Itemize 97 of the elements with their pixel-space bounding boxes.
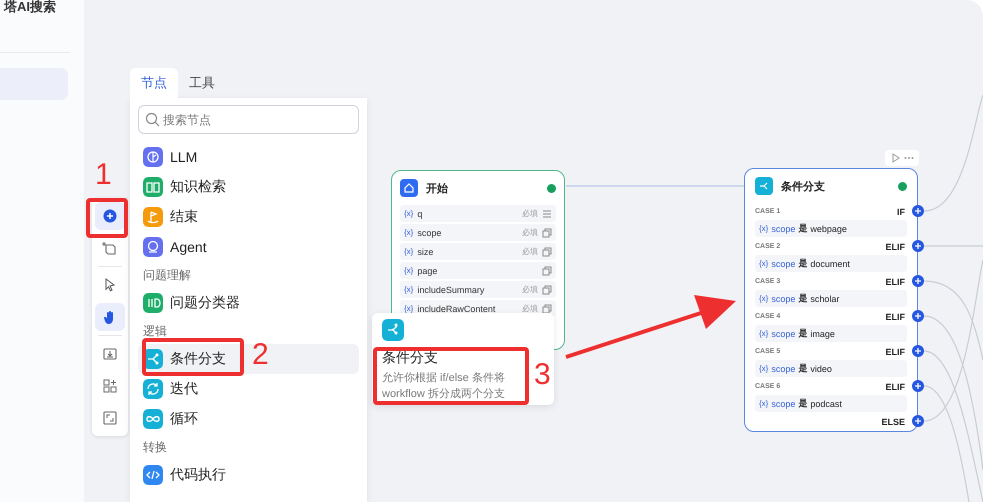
search-icon [145, 112, 160, 127]
copy-icon [542, 266, 552, 276]
copy-icon [542, 304, 552, 314]
branch-label: ELIF [886, 276, 905, 286]
variable-name: q [417, 208, 424, 218]
condition-value: image [810, 328, 835, 338]
add-tool[interactable] [95, 202, 125, 230]
tooltip-title: 条件分支 [382, 349, 439, 367]
copy-icon [542, 284, 552, 294]
section-heading: 问题理解 [142, 266, 192, 284]
required-label: 必填 [522, 303, 538, 314]
condition-value: document [810, 258, 850, 268]
condition-value: podcast [810, 398, 842, 408]
panel-tab[interactable]: 节点 [130, 68, 178, 98]
branch-icon [755, 177, 773, 195]
more-icon[interactable] [904, 156, 914, 160]
required-label: 必填 [522, 246, 538, 257]
hand-tool[interactable] [95, 303, 125, 331]
note-add-icon [102, 240, 118, 256]
variable-token: {x} [759, 364, 768, 373]
fit-view-icon [102, 410, 118, 426]
section-heading: 逻辑 [142, 322, 168, 340]
add-branch-handle[interactable] [912, 205, 924, 217]
list-icon [542, 208, 552, 218]
variable-name: scope [771, 294, 796, 304]
variable-name: includeRawContent [417, 304, 496, 314]
variable-name: scope [771, 328, 796, 338]
branch-label: ELIF [886, 312, 905, 322]
required-label: 必填 [522, 284, 538, 295]
variable-token: {x} [404, 304, 414, 313]
add-icon [102, 208, 118, 224]
variable-token: {x} [759, 329, 768, 338]
operator-label: 是 [798, 362, 808, 375]
condition-value: webpage [810, 224, 847, 234]
highlight-frame [86, 198, 128, 238]
node-list-item[interactable]: LLM [138, 142, 359, 172]
operator-label: 是 [798, 292, 808, 305]
node-title: 开始 [426, 182, 449, 196]
node-list-item[interactable]: 问题分类器 [138, 288, 359, 318]
variable-token: {x} [404, 209, 414, 218]
variable-name: scope [771, 398, 796, 408]
panel-tab[interactable]: 工具 [178, 68, 226, 98]
variable-name: includeSummary [417, 284, 486, 294]
condition-value: video [810, 364, 832, 374]
app-title: 塔AI搜索 [2, 0, 57, 14]
variable-token: {x} [404, 247, 414, 256]
add-branch-handle[interactable] [912, 415, 924, 427]
variable-token: {x} [404, 266, 414, 275]
add-branch-handle[interactable] [912, 310, 924, 322]
variable-token: {x} [759, 224, 768, 233]
node-list-item[interactable]: Agent [138, 232, 359, 262]
play-icon[interactable] [890, 153, 900, 163]
variable-token: {x} [759, 294, 768, 303]
section-heading: 转换 [142, 438, 168, 456]
node-list-item[interactable]: 知识检索 [138, 172, 359, 202]
node-list-item[interactable]: 结束 [138, 202, 359, 232]
tooltip-description: 允许你根据 if/else 条件将 workflow 拆分成两个分支 [382, 371, 506, 402]
branch-label: ELIF [886, 382, 905, 392]
node-list-item[interactable]: 迭代 [138, 374, 359, 404]
add-branch-handle[interactable] [912, 345, 924, 357]
variable-name: scope [771, 258, 796, 268]
step-number: 3 [534, 360, 551, 390]
step-number: 1 [95, 160, 112, 190]
image-import-icon [102, 346, 118, 362]
node-list-item[interactable]: 代码执行 [138, 460, 359, 490]
branch-label: ELIF [886, 242, 905, 252]
variable-name: size [417, 246, 434, 256]
search-field[interactable]: 搜索节点 [138, 105, 359, 134]
variable-name: scope [771, 364, 796, 374]
variable-token: {x} [404, 228, 414, 237]
add-branch-handle[interactable] [912, 380, 924, 392]
operator-label: 是 [798, 397, 808, 410]
required-label: 必填 [522, 227, 538, 238]
operator-label: 是 [798, 222, 808, 235]
add-branch-handle[interactable] [912, 275, 924, 287]
variable-name: page [417, 266, 438, 276]
grid-plus-icon [102, 378, 118, 394]
branch-label: IF [897, 206, 905, 216]
node-title: 条件分支 [781, 180, 826, 194]
home-icon [400, 179, 418, 197]
variable-name: scope [771, 224, 796, 234]
variable-token: {x} [759, 399, 768, 408]
required-label: 必填 [522, 208, 538, 219]
branch-label: ELIF [886, 346, 905, 356]
node-list-item[interactable]: 循环 [138, 404, 359, 434]
add-branch-handle[interactable] [912, 240, 924, 252]
variable-name: scope [417, 228, 442, 238]
branch-icon [382, 319, 404, 341]
condition-value: scholar [810, 294, 840, 304]
operator-label: 是 [798, 257, 808, 270]
operator-label: 是 [798, 327, 808, 340]
copy-icon [542, 228, 552, 238]
copy-icon [542, 246, 552, 256]
variable-token: {x} [759, 259, 768, 268]
connector-line [924, 245, 983, 247]
variable-token: {x} [404, 285, 414, 294]
branch-label: ELSE [881, 416, 905, 426]
